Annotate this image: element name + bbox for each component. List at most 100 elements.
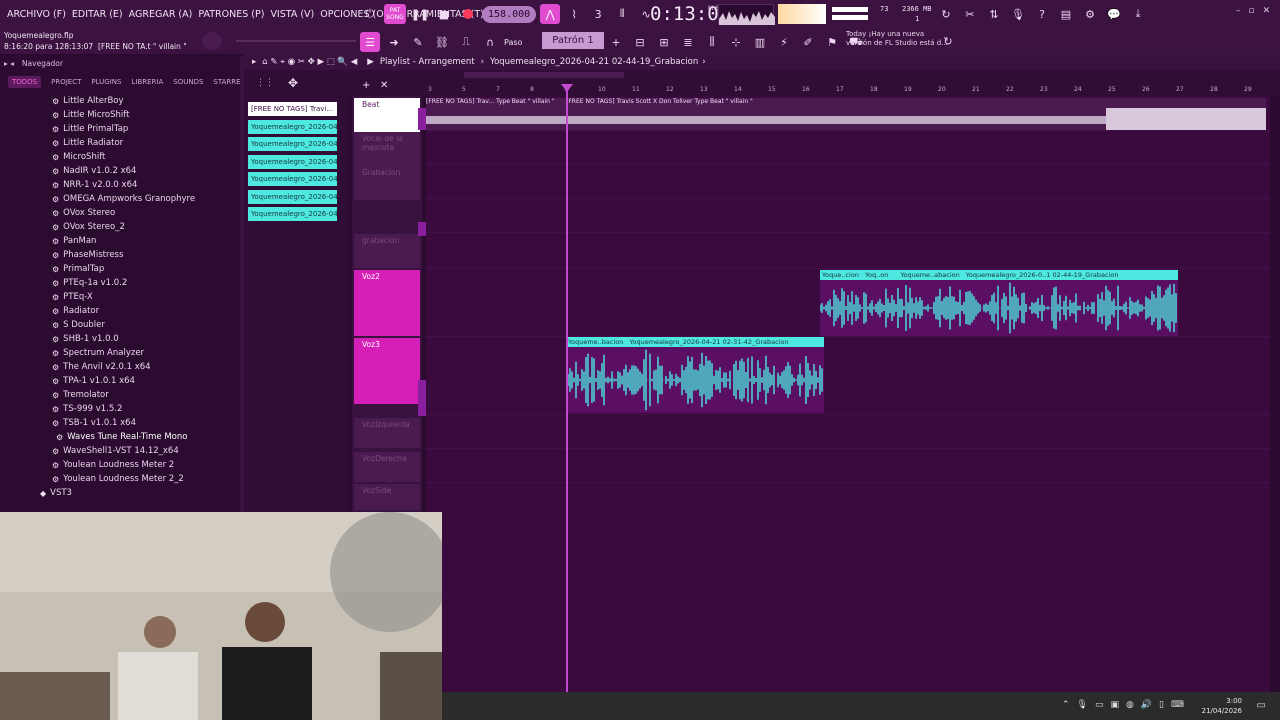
pencil-icon[interactable]: ✎ — [408, 32, 428, 52]
menu-item[interactable]: VISTA (V) — [267, 9, 317, 20]
track-8[interactable]: VozDerecha — [354, 452, 420, 482]
menu-item[interactable]: PATRONES (P) — [195, 9, 267, 20]
plugin-item[interactable]: ⚙ Youlean Loudness Meter 2_2 — [0, 472, 240, 486]
plugin-item[interactable]: ⚙ PhaseMistress — [0, 248, 240, 262]
plugin-icon[interactable]: ⚙ — [1080, 4, 1100, 24]
routing-icon[interactable]: ⊹ — [726, 32, 746, 52]
power-icon[interactable]: ⏻ — [360, 4, 380, 24]
browser-tab[interactable]: PLUGINS — [91, 78, 121, 86]
plugin-item[interactable]: ⚙ TPA-1 v1.0.1 x64 — [0, 374, 240, 388]
picker-move-icon[interactable]: ✥ — [288, 76, 298, 90]
keyboard-icon[interactable]: ⌨ — [1171, 700, 1184, 710]
track-4[interactable]: grabacion — [354, 234, 420, 268]
breadcrumb-chevron-icon[interactable]: › — [702, 57, 705, 67]
network-icon[interactable]: ◍ — [1126, 700, 1134, 710]
clock[interactable]: 3:00 21/04/2026 — [1202, 696, 1242, 716]
picker-scroll-icon[interactable]: ⋮⋮ — [256, 78, 274, 88]
browser-tab[interactable]: PROJECT — [51, 78, 81, 86]
picker-clip[interactable]: Yoquemealegro_2026-04... — [248, 172, 337, 186]
plugin-item[interactable]: ⚙ Little PrimalTap — [0, 122, 240, 136]
picker-clip[interactable]: [FREE NO TAGS] Travi... — [248, 102, 337, 116]
picker-clip[interactable]: Yoquemealegro_2026-04... — [248, 119, 337, 134]
metronome-icon[interactable]: ⋀ — [540, 4, 561, 24]
plugin-db-icon[interactable]: ⚡ — [774, 32, 794, 52]
refresh-icon[interactable]: ↻ — [938, 31, 958, 51]
plugin-item[interactable]: ⚙ PanMan — [0, 234, 240, 248]
display-tray-icon[interactable]: ▣ — [1110, 700, 1119, 710]
picker-clip[interactable]: Yoquemealegro_2026-04... — [248, 189, 337, 204]
microphone-icon[interactable]: 🎙 — [1008, 4, 1028, 24]
snap-value[interactable]: Paso — [504, 38, 522, 47]
play-icon[interactable]: ▸ — [252, 57, 256, 67]
news-panel[interactable]: Today ¡Hay una nueva versión de FL Studi… — [846, 30, 948, 48]
plugin-item[interactable]: ⚙ NRR-1 v2.0.0 x64 — [0, 178, 240, 192]
voz2-clip-header[interactable]: Yoque..cion Yoq..on Yoqueme..abacion Yoquem… — [820, 270, 1178, 280]
plugin-item[interactable]: ⚙ TS-999 v1.5.2 — [0, 402, 240, 416]
link-icon[interactable]: ⛓ — [432, 32, 452, 52]
battery-icon[interactable]: ▯ — [1159, 700, 1164, 710]
track-voz3[interactable]: Voz3 — [354, 338, 420, 404]
maximize-icon[interactable]: ▫ — [1249, 6, 1255, 16]
plugin-item[interactable]: ⚙ PTEq-X — [0, 290, 240, 304]
plugin-item[interactable]: ⚙ OVox Stereo — [0, 206, 240, 220]
volume-icon[interactable]: 🔊 — [1141, 700, 1152, 710]
playlist-play-icon[interactable]: ▶ — [367, 57, 374, 67]
arrow-right-icon[interactable]: ➜ — [384, 32, 404, 52]
mic-tray-icon[interactable]: 🎙 — [1077, 700, 1088, 710]
mixer-icon[interactable]: ⇅ — [984, 4, 1004, 24]
plugin-item[interactable]: ⚙ S Doubler — [0, 318, 240, 332]
browser-tab[interactable]: TODOS — [8, 76, 42, 88]
picker-clip[interactable]: Yoquemealegro_2026-04... — [248, 154, 337, 169]
master-volume-knob[interactable] — [202, 32, 222, 50]
step-edit-icon[interactable]: ⦀ — [612, 4, 632, 24]
pause-icon[interactable]: ❚❚ — [410, 4, 430, 24]
playlist-view-icon[interactable]: ☰ — [360, 32, 380, 52]
voz3-clip-header[interactable]: Yoqueme..bacion Yoquemealegro_2026-04-21 … — [566, 337, 824, 347]
countdown-icon[interactable]: 3 — [588, 4, 608, 24]
stop-icon[interactable]: ■ — [434, 4, 454, 24]
plugin-item[interactable]: ⚙ Spectrum Analyzer — [0, 346, 240, 360]
browser-icon[interactable]: ▥ — [750, 32, 770, 52]
plugin-item[interactable]: ⚙ Little MicroShift — [0, 108, 240, 122]
piano-roll-icon[interactable]: ⊞ — [654, 32, 674, 52]
plugin-item[interactable]: ⚙ Youlean Loudness Meter 2 — [0, 458, 240, 472]
plugin-item[interactable]: ⚙ PTEq-1a v1.0.2 — [0, 276, 240, 290]
browser-tab[interactable]: LIBRERIA — [131, 78, 163, 86]
mixer-window-icon[interactable]: ⫼ — [702, 32, 722, 52]
plugin-item[interactable]: ⚙ Tremolator — [0, 388, 240, 402]
chat-icon[interactable]: 💬 — [1104, 4, 1124, 24]
plugin-item[interactable]: ⚙ OMEGA Ampworks Granophyre — [0, 192, 240, 206]
plugin-item[interactable]: ⚙ Radiator — [0, 304, 240, 318]
timeline-ruler[interactable]: 3578910111213141516171819202122232425262… — [426, 84, 1270, 96]
record-icon[interactable] — [458, 4, 478, 24]
browser-tab[interactable]: SOUNDS — [173, 78, 203, 86]
menu-item[interactable]: EDITAR (E) — [69, 9, 126, 20]
chevron-up-icon[interactable]: ⌃ — [1062, 700, 1070, 710]
song-pat-toggle[interactable]: PAT SONG — [384, 4, 406, 24]
playlist-scrollbar[interactable] — [464, 72, 624, 78]
marketplace-icon[interactable]: ⚑ — [822, 32, 842, 52]
plugin-item[interactable]: ⚙ Little Radiator — [0, 136, 240, 150]
download-icon[interactable]: ⤓ — [1128, 4, 1148, 24]
minimize-icon[interactable]: – — [1236, 6, 1241, 16]
close-icon[interactable]: ✕ — [1263, 6, 1271, 16]
menu-item[interactable]: AGREGAR (A) — [126, 9, 196, 20]
browser-arrows-icon[interactable]: ▸ ◂ — [4, 59, 14, 68]
notification-icon[interactable]: ▭ — [1257, 700, 1266, 711]
playlist-icon[interactable]: ⊟ — [630, 32, 650, 52]
plugin-item[interactable]: ⚙ WaveShell1-VST 14.12_x64 — [0, 444, 240, 458]
voz3-clip[interactable] — [566, 347, 824, 413]
master-pitch-slider[interactable] — [236, 40, 356, 42]
picker-clip[interactable]: Yoquemealegro_2026-04... — [248, 207, 337, 221]
cut-icon[interactable]: ✂ — [960, 4, 980, 24]
add-pattern-icon[interactable]: + — [606, 32, 626, 52]
edison-icon[interactable]: ✐ — [798, 32, 818, 52]
magnet-icon[interactable]: ∩ — [480, 32, 500, 52]
help-icon[interactable]: ? — [1032, 4, 1052, 24]
track-9[interactable]: VozSide — [354, 484, 420, 510]
stamp-icon[interactable]: ⎍ — [456, 32, 476, 52]
pattern-selector[interactable]: Patrón 1 — [542, 32, 604, 49]
playlist-breadcrumb[interactable]: Yoquemealegro_2026-04-21 02-44-19_Grabac… — [490, 57, 698, 67]
plugin-item[interactable]: ⚙ SHB-1 v1.0.0 — [0, 332, 240, 346]
track-3[interactable]: Grabacion — [354, 166, 420, 200]
